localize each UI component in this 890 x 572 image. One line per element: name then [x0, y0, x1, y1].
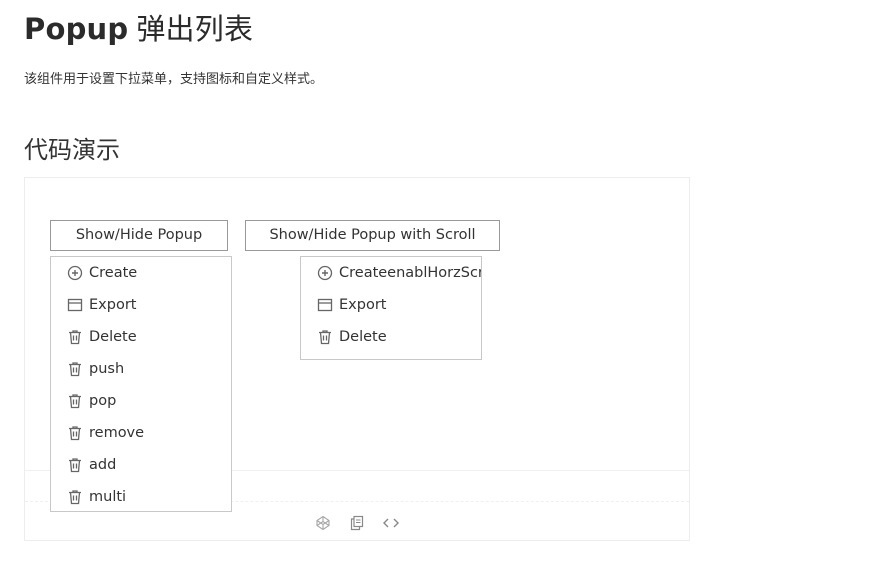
popup-item-multi[interactable]: multi [51, 481, 231, 511]
plus-circle-icon [67, 265, 83, 281]
copy-icon[interactable] [348, 514, 366, 532]
page-title-en: Popup [24, 12, 129, 46]
popup-item-label: multi [89, 489, 127, 505]
window-icon [317, 298, 333, 312]
window-icon [67, 298, 83, 312]
trash-icon [69, 490, 81, 505]
show-hide-popup-button[interactable]: Show/Hide Popup [50, 220, 228, 251]
popup-item-label: add [89, 457, 117, 473]
popup-item-label: Export [89, 297, 137, 313]
plus-circle-icon [317, 265, 333, 281]
code-icon[interactable] [382, 514, 400, 532]
page-title: Popup 弹出列表 [24, 6, 253, 48]
popup-item-export[interactable]: Export [301, 289, 481, 321]
page-title-cn: 弹出列表 [136, 12, 254, 46]
popup-item-label: pop [89, 393, 117, 409]
trash-icon [69, 362, 81, 377]
popup-list: Create Export Delete push pop remove add [50, 256, 232, 512]
popup-item-push[interactable]: push [51, 353, 231, 385]
popup-item-create-scroll[interactable]: CreateenablHorzScroll [301, 257, 481, 289]
demo-toolbar [25, 513, 689, 533]
popup-item-create[interactable]: Create [51, 257, 231, 289]
popup-item-label: CreateenablHorzScroll [339, 265, 482, 281]
popup-item-add[interactable]: add [51, 449, 231, 481]
popup-item-remove[interactable]: remove [51, 417, 231, 449]
trash-icon [69, 394, 81, 409]
popup-item-export[interactable]: Export [51, 289, 231, 321]
popup-item-label: Delete [339, 329, 387, 345]
page-description: 该组件用于设置下拉菜单，支持图标和自定义样式。 [24, 72, 324, 87]
demo-box: Show/Hide Popup Show/Hide Popup with Scr… [24, 177, 690, 541]
section-title: 代码演示 [24, 136, 120, 164]
popup-item-delete[interactable]: Delete [51, 321, 231, 353]
trash-icon [319, 330, 331, 345]
popup-item-label: Export [339, 297, 387, 313]
popup-item-label: Create [89, 265, 138, 281]
trash-icon [69, 458, 81, 473]
popup-item-label: Delete [89, 329, 137, 345]
popup-list-scroll: CreateenablHorzScroll Export Delete [300, 256, 482, 360]
popup-item-delete[interactable]: Delete [301, 321, 481, 353]
show-hide-popup-scroll-button[interactable]: Show/Hide Popup with Scroll [245, 220, 500, 251]
popup-item-label: remove [89, 425, 145, 441]
popup-item-label: push [89, 361, 125, 377]
trash-icon [69, 330, 81, 345]
trash-icon [69, 426, 81, 441]
codepen-icon[interactable] [314, 514, 332, 532]
popup-item-pop[interactable]: pop [51, 385, 231, 417]
